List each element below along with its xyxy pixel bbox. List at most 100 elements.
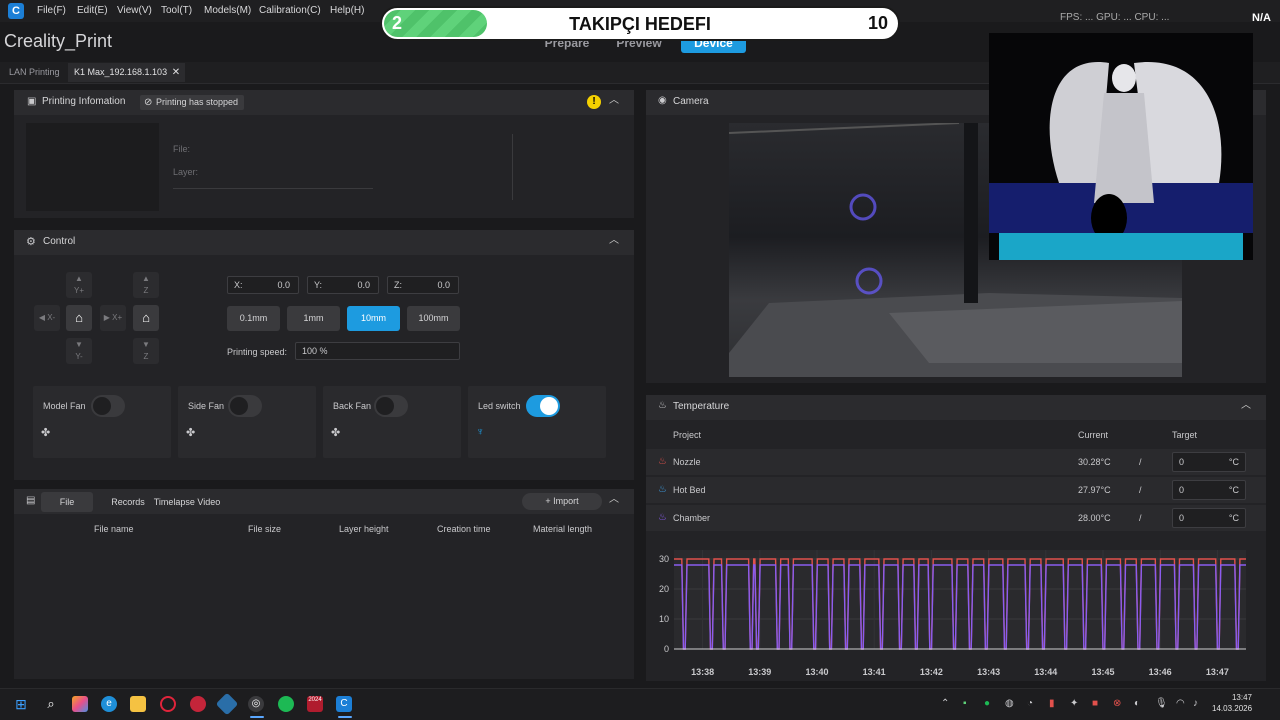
webcam-scene	[989, 33, 1253, 260]
jog-x-minus-button[interactable]: ◀ X-	[34, 305, 60, 331]
windows-start-icon[interactable]: ⊞	[13, 696, 29, 712]
print-status-badge: ⊘ Printing has stopped	[140, 95, 245, 110]
opera-icon[interactable]	[160, 696, 176, 712]
frame-rail	[964, 123, 978, 303]
lightbulb-icon: ♆	[476, 426, 485, 438]
control-header: ⚙ Control ︿	[14, 230, 634, 255]
jog-x-plus-button[interactable]: ▶ X+	[100, 305, 126, 331]
collapse-chevron-icon[interactable]: ︿	[608, 235, 620, 247]
menu-help[interactable]: Help(H)	[330, 5, 364, 16]
led-switch-label: Led switch	[478, 401, 521, 411]
creality-print-icon[interactable]: C	[336, 696, 352, 712]
back-fan-card: Back Fan ✤	[323, 386, 461, 458]
spotify-icon[interactable]	[278, 696, 294, 712]
menu-models[interactable]: Models(M)	[204, 5, 251, 16]
col-file-size[interactable]: File size	[248, 524, 281, 534]
tray-spotify-icon[interactable]: ●	[984, 698, 990, 709]
step-0-1mm-button[interactable]: 0.1mm	[227, 306, 280, 331]
printing-speed-label: Printing speed:	[227, 347, 288, 357]
y-coord-value: 0.0	[357, 280, 370, 290]
menu-file[interactable]: File(F)	[37, 5, 66, 16]
menu-calibration[interactable]: Calibration(C)	[259, 5, 321, 16]
na-label: N/A	[1252, 12, 1271, 24]
model-fan-toggle[interactable]	[91, 395, 125, 417]
chart-y-tick-label: 30	[659, 554, 669, 564]
volume-icon[interactable]: ♪	[1193, 698, 1198, 709]
step-10mm-button[interactable]: 10mm	[347, 306, 400, 331]
angel-body	[1094, 93, 1154, 203]
collapse-chevron-icon[interactable]: ︿	[1240, 400, 1252, 412]
search-icon[interactable]: ⌕	[43, 696, 59, 712]
led-switch-toggle[interactable]	[526, 395, 560, 417]
app-icon[interactable]	[190, 696, 206, 712]
obs-icon[interactable]: ◎	[248, 696, 264, 712]
jog-z-down-button[interactable]: ▼ Z	[133, 338, 159, 364]
tray-steam-icon[interactable]: ◐	[1134, 698, 1140, 709]
edge-icon[interactable]: e	[101, 696, 117, 712]
nozzle-sep: /	[1139, 457, 1142, 467]
tray-app-icon[interactable]: ⊗	[1113, 698, 1121, 709]
plus-icon: +	[545, 496, 554, 506]
tab-file[interactable]: File	[41, 492, 93, 512]
app-2024-icon[interactable]: 2024	[307, 696, 323, 712]
menu-tool[interactable]: Tool(T)	[161, 5, 192, 16]
wifi-icon[interactable]: ◠	[1176, 698, 1185, 709]
tray-mic-icon[interactable]: 🎙	[1155, 698, 1168, 709]
step-1mm-button[interactable]: 1mm	[287, 306, 340, 331]
side-fan-label: Side Fan	[188, 401, 225, 411]
menu-view[interactable]: View(V)	[117, 5, 152, 16]
chamber-sep: /	[1139, 513, 1142, 523]
taskbar-clock[interactable]: 13:47 14.03.2026	[1212, 692, 1252, 714]
side-fan-toggle[interactable]	[228, 395, 262, 417]
close-icon[interactable]: ✕	[172, 63, 180, 82]
collapse-chevron-icon[interactable]: ︿	[608, 95, 620, 107]
cyan-banner	[999, 233, 1243, 260]
chamber-label: Chamber	[673, 513, 711, 523]
collapse-chevron-icon[interactable]: ︿	[608, 494, 620, 506]
nozzle-target-input[interactable]: 0 °C	[1172, 452, 1246, 472]
col-material-length[interactable]: Material length	[533, 524, 592, 534]
tray-app-icon[interactable]: ◔	[1027, 698, 1033, 709]
tray-gpu-icon[interactable]: ▪	[963, 698, 967, 709]
copilot-icon[interactable]	[72, 696, 88, 712]
home-z-icon[interactable]: ⌂	[133, 305, 159, 331]
layer-label: Layer:	[173, 167, 199, 177]
tab-lan-printing[interactable]: LAN Printing	[3, 63, 66, 82]
tab-records[interactable]: Records	[108, 492, 148, 512]
col-creation-time[interactable]: Creation time	[437, 524, 491, 534]
warning-icon[interactable]: !	[587, 95, 601, 109]
jog-y-minus-button[interactable]: ▼ Y-	[66, 338, 92, 364]
printing-speed-input[interactable]: 100 %	[295, 342, 460, 360]
tray-chevron-icon[interactable]: ⌃	[941, 698, 949, 709]
progress-line	[173, 188, 373, 189]
jog-y-plus-button[interactable]: ▲ Y+	[66, 272, 92, 298]
tray-app-icon[interactable]: ◍	[1005, 698, 1014, 709]
camera-title: Camera	[673, 96, 709, 107]
chamber-target-input[interactable]: 0 °C	[1172, 508, 1246, 528]
chart-x-tick-label: 13:39	[748, 667, 771, 677]
active-app-indicator	[338, 716, 352, 718]
import-button[interactable]: + Import	[522, 493, 602, 510]
col-target: Target	[1172, 430, 1198, 440]
hotbed-target-input[interactable]: 0 °C	[1172, 480, 1246, 500]
x-coord-label: X:	[234, 280, 243, 290]
temperature-title: Temperature	[673, 401, 730, 412]
file-explorer-icon[interactable]	[130, 696, 146, 712]
flame-icon: ♨	[658, 456, 667, 467]
tab-timelapse-video[interactable]: Timelapse Video	[153, 492, 221, 512]
step-100mm-button[interactable]: 100mm	[407, 306, 460, 331]
angel-head	[1112, 64, 1136, 92]
tray-app-icon[interactable]: ▮	[1049, 698, 1055, 709]
tray-app-icon[interactable]: ✦	[1070, 698, 1078, 709]
menu-edit[interactable]: Edit(E)	[77, 5, 108, 16]
jog-z-up-button[interactable]: ▲ Z	[133, 272, 159, 298]
tray-app-icon[interactable]: ■	[1092, 698, 1098, 709]
back-fan-toggle[interactable]	[374, 395, 408, 417]
col-file-name[interactable]: File name	[94, 524, 134, 534]
z-coord-field: Z: 0.0	[387, 276, 459, 294]
col-layer-height[interactable]: Layer height	[339, 524, 389, 534]
nozzle-target-value: 0	[1179, 457, 1185, 467]
home-xy-icon[interactable]: ⌂	[66, 305, 92, 331]
tab-k1-max[interactable]: K1 Max_192.168.1.103 ✕	[68, 63, 186, 82]
blue-light	[849, 193, 877, 221]
